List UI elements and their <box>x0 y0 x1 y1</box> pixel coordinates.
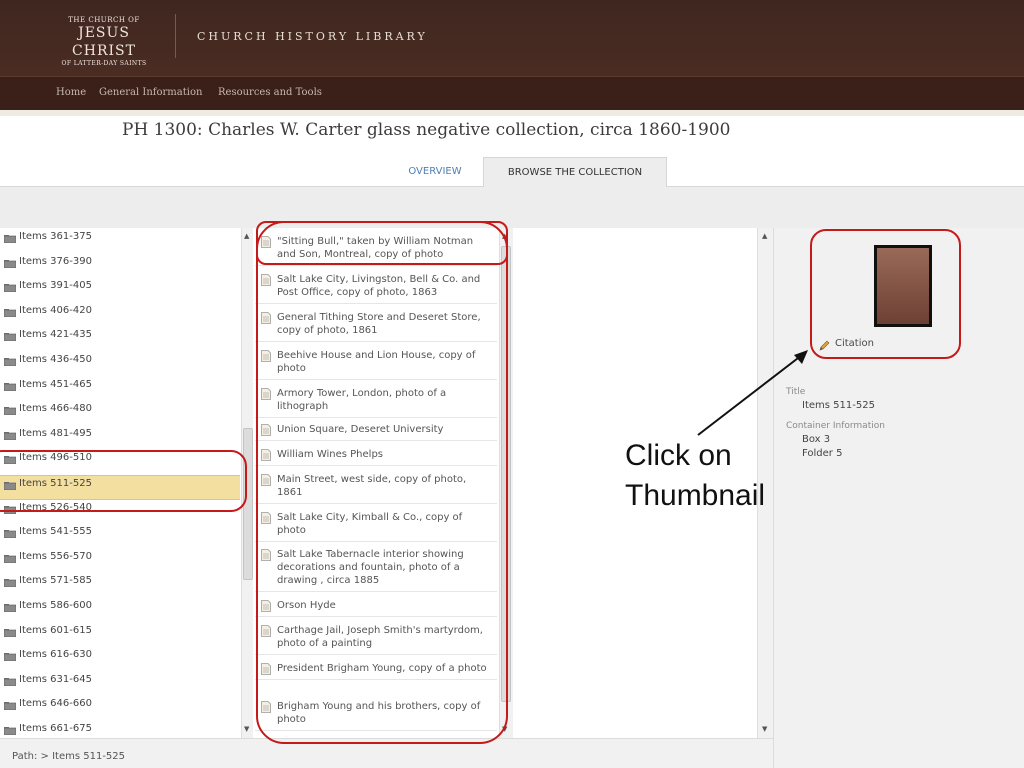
tree-item-label: Items 556-570 <box>19 550 92 562</box>
annotation-selected-range <box>0 450 247 512</box>
tree-item[interactable]: Items 361-375 <box>0 229 240 254</box>
tree-item-label: Items 586-600 <box>19 600 92 611</box>
tree-item-label: Items 376-390 <box>19 255 92 267</box>
tree-item[interactable]: Items 421-435 <box>0 327 240 352</box>
tree-item-label: Items 406-420 <box>19 304 92 316</box>
folder-icon <box>3 356 17 367</box>
tree-item[interactable]: Items 406-420 <box>0 303 240 328</box>
site-header: THE CHURCH OF JESUS CHRIST OF LATTER-DAY… <box>0 0 1024 76</box>
annotation-callout: Click on Thumbnail <box>625 439 766 512</box>
tree-item[interactable]: Items 481-495 <box>0 426 240 451</box>
logo-line-2: JESUS CHRIST <box>72 25 136 59</box>
tree-item[interactable]: Items 586-600 <box>0 598 240 623</box>
folder-icon <box>3 430 17 441</box>
nav-resources-and-tools[interactable]: Resources and Tools <box>218 87 322 98</box>
tree-item[interactable]: Items 571-585 <box>0 573 240 598</box>
tree-item-label: Items 646-660 <box>19 698 92 710</box>
folder-icon <box>3 258 17 268</box>
folder-icon <box>3 282 17 293</box>
tree-item-label: Items 451-465 <box>19 378 92 390</box>
path-text: Path: > Items 511-525 <box>12 751 126 762</box>
tree-item[interactable]: Items 661-675 <box>0 721 240 738</box>
tree-item[interactable]: Items 541-555 <box>0 524 240 549</box>
nav-general-information[interactable]: General Information <box>99 87 202 98</box>
folder-icon <box>3 676 17 687</box>
tree-item-label: Items 661-675 <box>19 723 92 734</box>
folder-icon <box>3 577 17 588</box>
tree-item[interactable]: Items 646-660 <box>0 696 240 721</box>
scroll-up-arrow-icon[interactable]: ▲ <box>762 232 767 240</box>
folder-icon <box>3 528 17 539</box>
folder-icon <box>3 627 17 637</box>
tree-item-label: Items 601-615 <box>19 624 92 636</box>
page-title: PH 1300: Charles W. Carter glass negativ… <box>122 120 731 140</box>
tab-overview[interactable]: OVERVIEW <box>390 157 480 187</box>
nav-home[interactable]: Home <box>56 87 86 98</box>
tree-item[interactable]: Items 616-630 <box>0 647 240 672</box>
folder-value: Folder 5 <box>802 448 843 459</box>
folder-icon <box>3 331 17 342</box>
tree-item-label: Items 631-645 <box>19 673 92 685</box>
church-logo[interactable]: THE CHURCH OF JESUS CHRIST OF LATTER-DAY… <box>44 16 164 68</box>
folder-icon <box>3 725 17 736</box>
tree-item-label: Items 616-630 <box>19 649 92 661</box>
folder-icon <box>3 651 17 662</box>
tree-item[interactable]: Items 631-645 <box>0 672 240 697</box>
folder-icon <box>3 233 17 244</box>
tree-item-label: Items 436-450 <box>19 354 92 365</box>
folder-icon <box>3 553 17 564</box>
tree-item[interactable]: Items 376-390 <box>0 254 240 279</box>
tab-browse-collection[interactable]: BROWSE THE COLLECTION <box>483 157 667 187</box>
tree-item-label: Items 481-495 <box>19 427 92 439</box>
tree-item[interactable]: Items 436-450 <box>0 352 240 377</box>
tree-item[interactable]: Items 466-480 <box>0 401 240 426</box>
tab-band <box>0 186 1024 228</box>
main-nav: Home General Information Resources and T… <box>0 76 1024 110</box>
scroll-up-arrow-icon[interactable]: ▲ <box>244 232 249 240</box>
folder-icon <box>3 700 17 711</box>
tree-item-label: Items 466-480 <box>19 403 92 415</box>
tree-item[interactable]: Items 391-405 <box>0 278 240 303</box>
logo-divider <box>175 14 176 58</box>
tree-item-label: Items 391-405 <box>19 280 92 292</box>
tree-item[interactable]: Items 556-570 <box>0 549 240 574</box>
scroll-down-arrow-icon[interactable]: ▼ <box>244 725 249 733</box>
tree-item-label: Items 421-435 <box>19 329 92 341</box>
tree-item-label: Items 541-555 <box>19 526 92 538</box>
annotation-thumbnail <box>810 229 961 359</box>
annotation-arrow-icon <box>697 350 808 436</box>
logo-line-1: THE CHURCH OF <box>68 16 140 24</box>
logo-line-3: OF LATTER-DAY SAINTS <box>61 60 147 67</box>
tree-item-label: Items 571-585 <box>19 575 92 587</box>
annotation-item-list <box>256 221 508 744</box>
folder-icon <box>3 381 17 391</box>
folder-icon <box>3 405 17 416</box>
tree-item[interactable]: Items 451-465 <box>0 377 240 402</box>
folder-icon <box>3 307 17 318</box>
tree-item[interactable]: Items 601-615 <box>0 623 240 648</box>
tree-item-label: Items 361-375 <box>19 231 92 242</box>
folder-icon <box>3 602 17 613</box>
site-title[interactable]: CHURCH HISTORY LIBRARY <box>197 30 428 43</box>
scroll-down-arrow-icon[interactable]: ▼ <box>762 725 767 733</box>
